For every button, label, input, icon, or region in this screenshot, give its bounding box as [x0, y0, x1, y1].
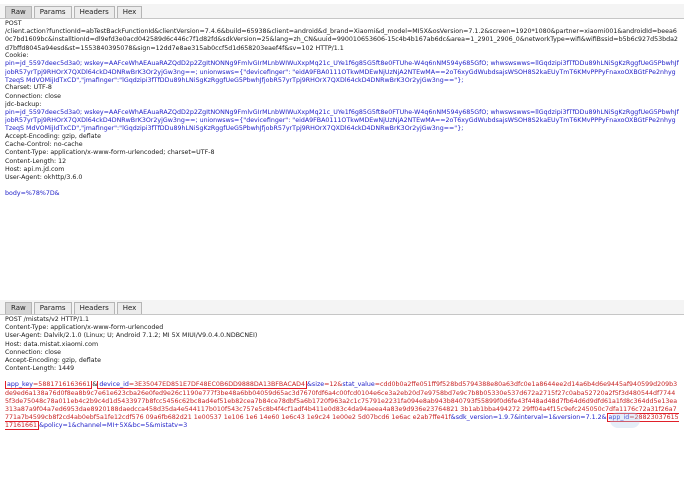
request-panel-top: Raw Params Headers Hex POST /client.acti… — [0, 4, 684, 198]
stat-value-label: stat_value — [342, 381, 375, 389]
header-accept-encoding: Accept-Encoding: gzip, deflate — [5, 357, 101, 365]
header-host: Host: api.m.jd.com — [5, 165, 65, 173]
request-body-text: body=%78%7D& — [5, 190, 60, 198]
device-id-label: device_id — [99, 381, 129, 389]
request-url: /client.action?functionId=abTestBackFunc… — [5, 28, 678, 52]
app-key-value: =5881716163661 — [33, 381, 91, 389]
header-charset: Charset: UTF-8 — [5, 84, 52, 92]
tab-bar-bottom: Raw Params Headers Hex — [0, 300, 684, 315]
watermark-logo — [610, 412, 640, 428]
tab-raw[interactable]: Raw — [5, 302, 32, 314]
tab-hex[interactable]: Hex — [116, 302, 143, 314]
cookie-value: pin=jd_5597deec5d3a0; wskey=AAFceWhAEAua… — [5, 60, 679, 84]
request-line: POST — [5, 20, 22, 27]
size-value: =12& — [324, 381, 343, 389]
header-content-length: Content-Length: 1449 — [5, 365, 75, 373]
cookie-label: Cookie: — [5, 52, 29, 60]
header-content-type: Content-Type: application/x-www-form-url… — [5, 324, 164, 332]
header-host: Host: data.mistat.xiaomi.com — [5, 340, 99, 348]
tab-params[interactable]: Params — [33, 302, 72, 314]
tab-headers[interactable]: Headers — [73, 302, 115, 314]
tab-raw[interactable]: Raw — [5, 6, 32, 18]
tab-bar-top: Raw Params Headers Hex — [0, 4, 684, 19]
jdc-backup-value: pin=jd_5597deec5d3a0; wskey=AAFceWhAEAua… — [5, 109, 679, 133]
request-line: POST /mistats/v2 HTTP/1.1 — [5, 316, 90, 323]
app-key-highlight: app_key=5881716163661 — [5, 381, 93, 390]
size-label: &size — [307, 381, 325, 389]
header-connection: Connection: close — [5, 348, 61, 356]
request-body-top: POST /client.action?functionId=abTestBac… — [0, 19, 684, 198]
header-user-agent: User-Agent: Dalvik/2.1.0 (Linux; U; Andr… — [5, 332, 258, 340]
sdk-version-params: &sdk_version=1.9.7&interval=1&version=7.… — [450, 414, 607, 422]
device-id-value: =3E35047ED851E7DF48EC0B6DD9888DA13BFBACA… — [128, 381, 306, 389]
tail-params: &policy=1&channel=MI+5X&bc=5&mistatv=3 — [39, 422, 188, 430]
post-body: app_key=5881716163661 & device_id=3E35047E… — [5, 381, 679, 431]
header-cache-control: Cache-Control: no-cache — [5, 141, 83, 149]
header-content-type: Content-Type: application/x-www-form-url… — [5, 149, 215, 157]
header-content-length: Content-Length: 12 — [5, 157, 67, 165]
request-panel-bottom: Raw Params Headers Hex POST /mistats/v2 … — [0, 300, 684, 455]
tab-headers[interactable]: Headers — [73, 6, 115, 18]
request-body-bottom: POST /mistats/v2 HTTP/1.1 Content-Type: … — [0, 315, 684, 455]
tab-hex[interactable]: Hex — [116, 6, 143, 18]
tab-params[interactable]: Params — [33, 6, 72, 18]
app-key-label: app_key — [7, 381, 34, 389]
header-connection: Connection: close — [5, 92, 61, 100]
device-id-highlight: device_id=3E35047ED851E7DF48EC0B6DD9888D… — [97, 381, 308, 390]
header-user-agent: User-Agent: okhttp/3.6.0 — [5, 174, 83, 182]
header-accept-encoding: Accept-Encoding: gzip, deflate — [5, 133, 101, 141]
jdc-backup-label: jdc-backup: — [5, 100, 42, 108]
